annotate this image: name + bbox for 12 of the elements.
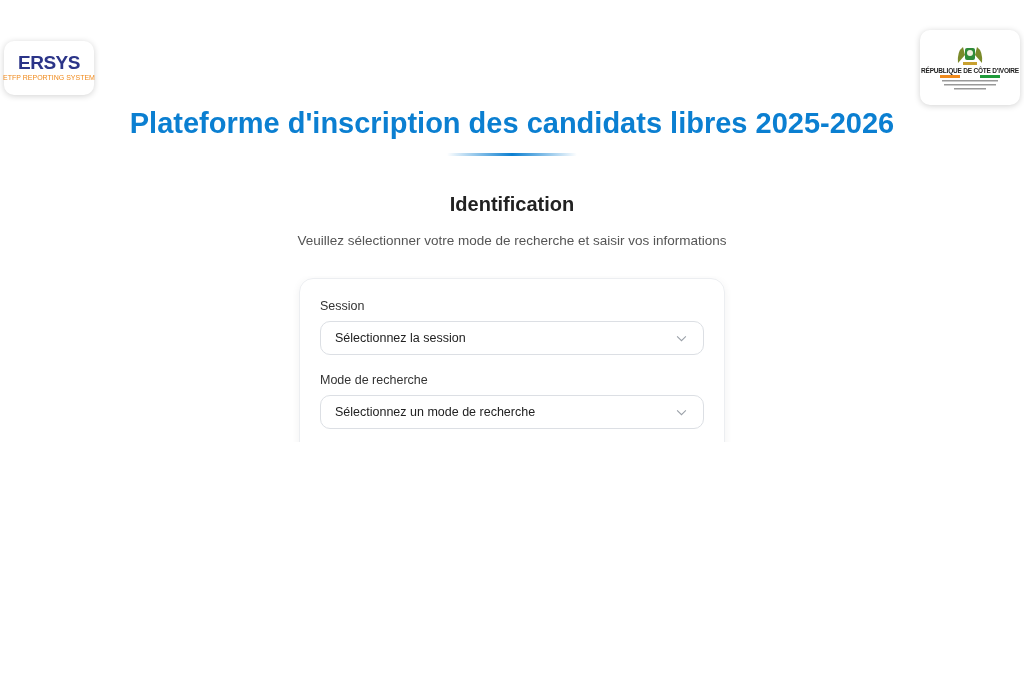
chevron-down-icon xyxy=(676,408,687,416)
page-title: Plateforme d'inscription des candidats libres 2025-2026 xyxy=(129,107,895,140)
ministry-text-lines-icon xyxy=(940,80,1000,93)
select-field[interactable]: Sélectionnez un mode de recherche xyxy=(320,395,704,429)
section-subtitle: Veuillez sélectionner votre mode de recherche et saisir vos informations xyxy=(297,233,727,248)
flag-stripe-icon xyxy=(940,75,1000,80)
select-field[interactable]: Sélectionnez la session xyxy=(320,321,704,355)
chevron-down-icon xyxy=(676,334,687,342)
section-heading: Identification xyxy=(449,193,575,216)
field-label: Mode de recherche xyxy=(320,373,429,387)
logo-wordmark: ERSYS xyxy=(18,53,80,73)
field-label: Session xyxy=(320,299,366,313)
